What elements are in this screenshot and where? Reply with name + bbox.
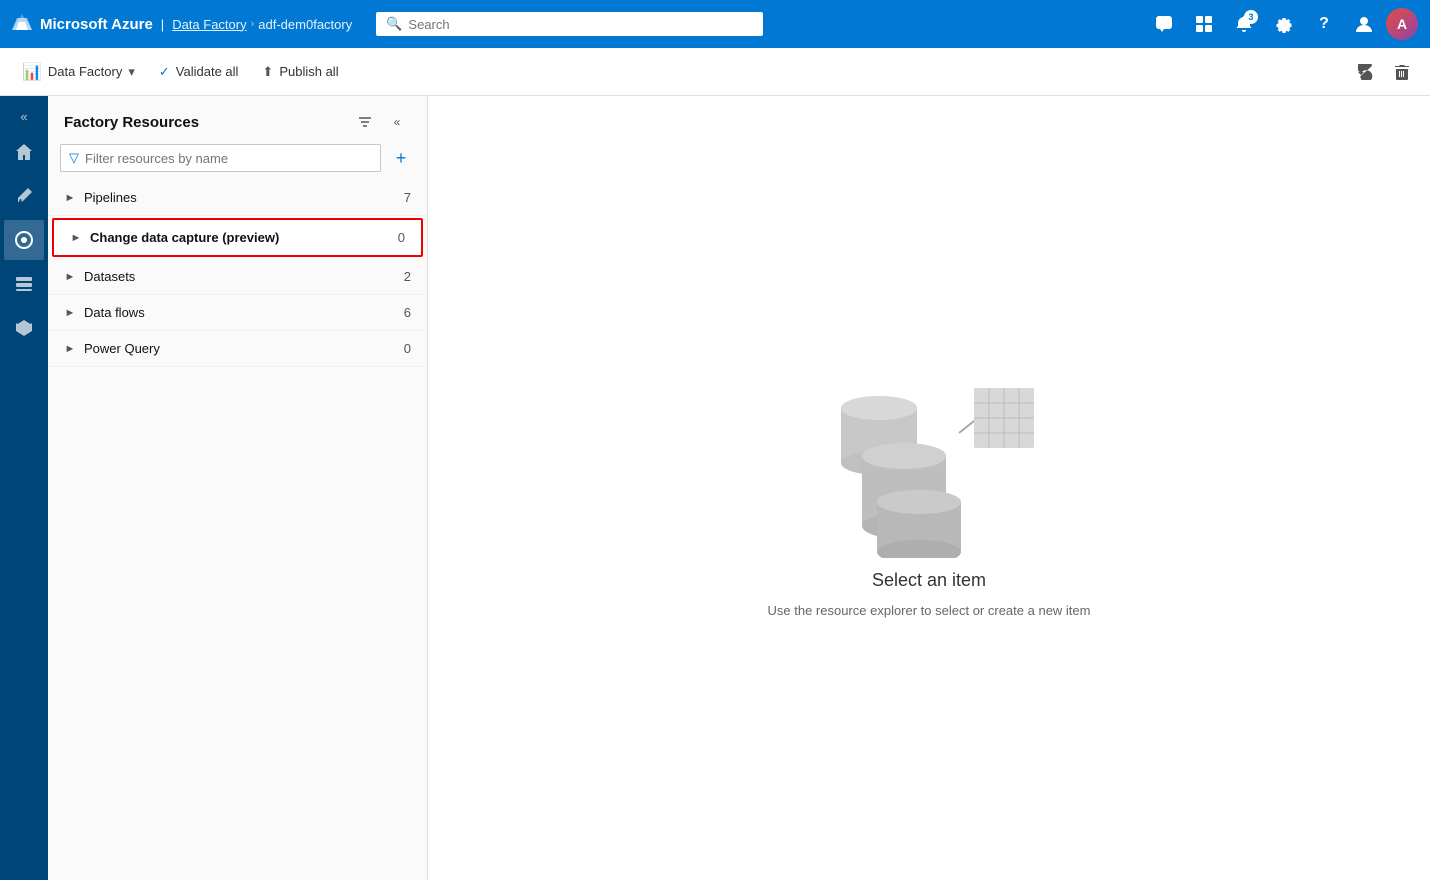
sidebar-item-learn[interactable] <box>4 308 44 348</box>
resource-item-datasets[interactable]: ► Datasets2 <box>48 259 427 295</box>
publish-icon: ⬆ <box>262 64 273 80</box>
resource-chevron-icon: ► <box>70 232 82 244</box>
toolbar-right-actions <box>1350 56 1418 88</box>
notification-icon[interactable]: 3 <box>1226 6 1262 42</box>
help-icon[interactable]: ? <box>1306 6 1342 42</box>
resource-count: 0 <box>404 341 411 356</box>
left-sidebar: « <box>0 96 48 880</box>
account-icon[interactable] <box>1346 6 1382 42</box>
resource-chevron-icon: ► <box>64 343 76 355</box>
settings-icon[interactable] <box>1266 6 1302 42</box>
sidebar-item-monitor[interactable] <box>4 220 44 260</box>
validate-icon: ✓ <box>159 64 170 80</box>
brand-logo: Microsoft Azure <box>12 14 153 34</box>
sort-icon[interactable] <box>351 108 379 136</box>
main-layout: « Factory Resources « <box>0 96 1430 880</box>
empty-state-title: Select an item <box>872 570 986 591</box>
breadcrumb: Data Factory › adf-dem0factory <box>172 17 352 32</box>
resources-header-icons: « <box>351 108 411 136</box>
breadcrumb-arrow: › <box>251 18 255 30</box>
avatar[interactable]: A <box>1386 8 1418 40</box>
resource-count: 7 <box>404 190 411 205</box>
refresh-icon[interactable] <box>1350 56 1382 88</box>
resource-chevron-icon: ► <box>64 192 76 204</box>
breadcrumb-data-factory[interactable]: Data Factory <box>172 17 246 32</box>
resource-name: Pipelines <box>84 190 404 205</box>
resources-panel-title: Factory Resources <box>64 114 199 131</box>
data-factory-icon: 📊 <box>22 62 42 82</box>
empty-state: Select an item Use the resource explorer… <box>768 358 1091 618</box>
data-factory-label: Data Factory <box>48 64 122 79</box>
main-toolbar: 📊 Data Factory ▾ ✓ Validate all ⬆ Publis… <box>0 48 1430 96</box>
resource-name: Power Query <box>84 341 404 356</box>
empty-illustration <box>819 358 1039 558</box>
resources-filter: ▽ + <box>60 144 415 172</box>
top-navigation: Microsoft Azure | Data Factory › adf-dem… <box>0 0 1430 48</box>
empty-state-subtitle: Use the resource explorer to select or c… <box>768 603 1091 618</box>
resource-item-change-data-capture-preview[interactable]: ► Change data capture (preview)0 <box>52 218 423 257</box>
search-icon: 🔍 <box>386 16 402 32</box>
notification-count: 3 <box>1244 10 1258 24</box>
feedback-icon[interactable] <box>1146 6 1182 42</box>
data-factory-dropdown[interactable]: 📊 Data Factory ▾ <box>12 56 145 88</box>
nav-icons-group: 3 ? A <box>1146 6 1418 42</box>
sidebar-collapse-button[interactable]: « <box>4 104 44 128</box>
resource-count: 0 <box>398 230 405 245</box>
dropdown-chevron-icon: ▾ <box>128 64 135 80</box>
main-content-area: Select an item Use the resource explorer… <box>428 96 1430 880</box>
collapse-panel-icon[interactable]: « <box>383 108 411 136</box>
breadcrumb-factory-name: adf-dem0factory <box>258 17 352 32</box>
resource-name: Data flows <box>84 305 404 320</box>
sidebar-item-author[interactable] <box>4 176 44 216</box>
resource-list: ► Pipelines7 ► Change data capture (preview… <box>48 180 427 880</box>
filter-icon: ▽ <box>69 150 79 166</box>
portal-icon[interactable] <box>1186 6 1222 42</box>
resource-chevron-icon: ► <box>64 271 76 283</box>
resource-name: Change data capture (preview) <box>90 230 398 245</box>
resource-item-data-flows[interactable]: ► Data flows6 <box>48 295 427 331</box>
resource-item-pipelines[interactable]: ► Pipelines7 <box>48 180 427 216</box>
delete-icon[interactable] <box>1386 56 1418 88</box>
sidebar-item-home[interactable] <box>4 132 44 172</box>
resource-count: 6 <box>404 305 411 320</box>
nav-separator: | <box>161 17 164 32</box>
validate-all-button[interactable]: ✓ Validate all <box>149 58 249 86</box>
resources-panel: Factory Resources « ▽ + ► Pipelines7 ► Chan… <box>48 96 428 880</box>
resource-count: 2 <box>404 269 411 284</box>
resource-chevron-icon: ► <box>64 307 76 319</box>
sidebar-item-manage[interactable] <box>4 264 44 304</box>
resource-item-power-query[interactable]: ► Power Query0 <box>48 331 427 367</box>
search-bar[interactable]: 🔍 <box>376 12 763 36</box>
resource-name: Datasets <box>84 269 404 284</box>
add-resource-button[interactable]: + <box>387 144 415 172</box>
filter-input[interactable] <box>85 151 372 166</box>
publish-all-button[interactable]: ⬆ Publish all <box>252 58 348 86</box>
search-input[interactable] <box>408 17 753 32</box>
brand-name: Microsoft Azure <box>40 16 153 33</box>
azure-logo-icon <box>12 14 32 34</box>
filter-input-wrapper[interactable]: ▽ <box>60 144 381 172</box>
resources-panel-header: Factory Resources « <box>48 96 427 144</box>
